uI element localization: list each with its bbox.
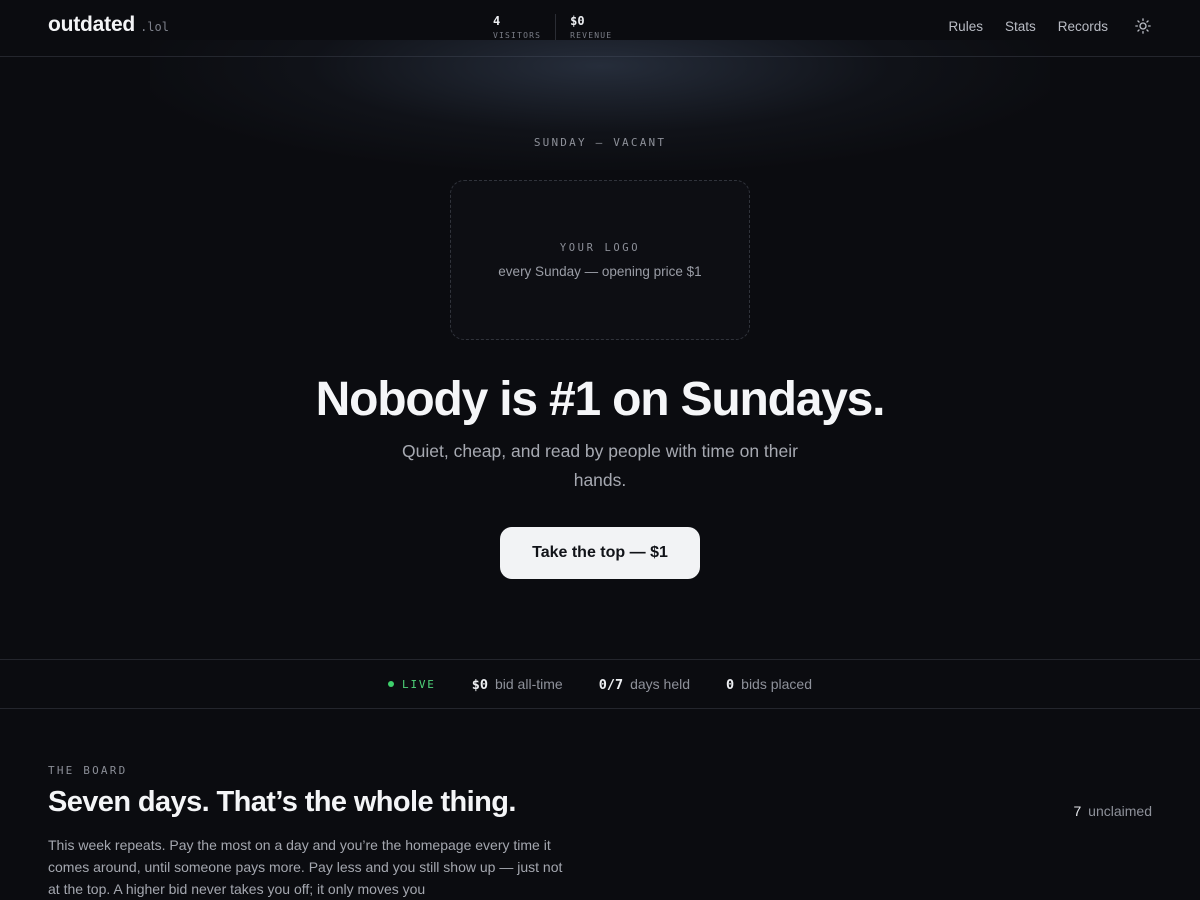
metric-bids-placed: 0 bids placed — [726, 676, 812, 693]
stat-revenue: $0 REVENUE — [555, 14, 626, 40]
nav-records[interactable]: Records — [1058, 19, 1108, 34]
metric-value: $0 — [471, 676, 488, 693]
logo-slot[interactable]: YOUR LOGO every Sunday — opening price $… — [450, 180, 750, 340]
hero-title: Nobody is #1 on Sundays. — [315, 373, 886, 426]
live-dot-icon — [388, 681, 395, 687]
take-top-button[interactable]: Take the top — $1 — [500, 527, 700, 579]
stat-revenue-label: REVENUE — [570, 31, 613, 40]
metric-bid-all-time: $0 bid all-time — [472, 676, 563, 693]
stat-visitors: 4 VISITORS — [493, 14, 555, 40]
main-nav: Rules Stats Records — [948, 17, 1152, 35]
hero-eyebrow: SUNDAY — VACANT — [533, 136, 667, 149]
sun-icon[interactable] — [1134, 17, 1152, 35]
logo-slot-subtitle: every Sunday — opening price $1 — [498, 263, 702, 279]
metric-days-held: 0/7 days held — [599, 676, 690, 693]
brand-logo[interactable]: outdated .lol — [48, 13, 169, 37]
live-status: LIVE — [388, 678, 436, 691]
hero-subtitle: Quiet, cheap, and read by people with ti… — [402, 441, 798, 490]
board-title: Seven days. That’s the whole thing. — [48, 786, 516, 818]
hero-glow — [150, 40, 1050, 170]
live-stats-bar: LIVE $0 bid all-time 0/7 days held 0 bid… — [0, 659, 1200, 709]
stat-visitors-label: VISITORS — [493, 31, 542, 40]
board-description: This week repeats. Pay the most on a day… — [48, 837, 563, 897]
metric-label: bids placed — [741, 675, 812, 692]
nav-rules[interactable]: Rules — [948, 19, 983, 34]
brand-name: outdated — [48, 13, 136, 36]
metric-label: bid all-time — [494, 675, 563, 692]
logo-slot-title: YOUR LOGO — [559, 241, 641, 254]
nav-stats[interactable]: Stats — [1005, 19, 1036, 34]
live-label: LIVE — [402, 677, 436, 691]
stat-revenue-value: $0 — [570, 14, 585, 28]
metric-value: 0 — [726, 676, 735, 693]
stat-visitors-value: 4 — [493, 14, 501, 28]
unclaimed-count: 7 unclaimed — [1073, 803, 1152, 819]
metric-value: 0/7 — [598, 676, 624, 693]
unclaimed-count-label: unclaimed — [1088, 803, 1152, 819]
board-eyebrow: THE BOARD — [48, 764, 128, 777]
metric-label: days held — [630, 675, 691, 692]
brand-tld: .lol — [140, 20, 169, 34]
unclaimed-count-value: 7 — [1073, 803, 1082, 819]
header-stats: 4 VISITORS $0 REVENUE — [493, 14, 626, 40]
